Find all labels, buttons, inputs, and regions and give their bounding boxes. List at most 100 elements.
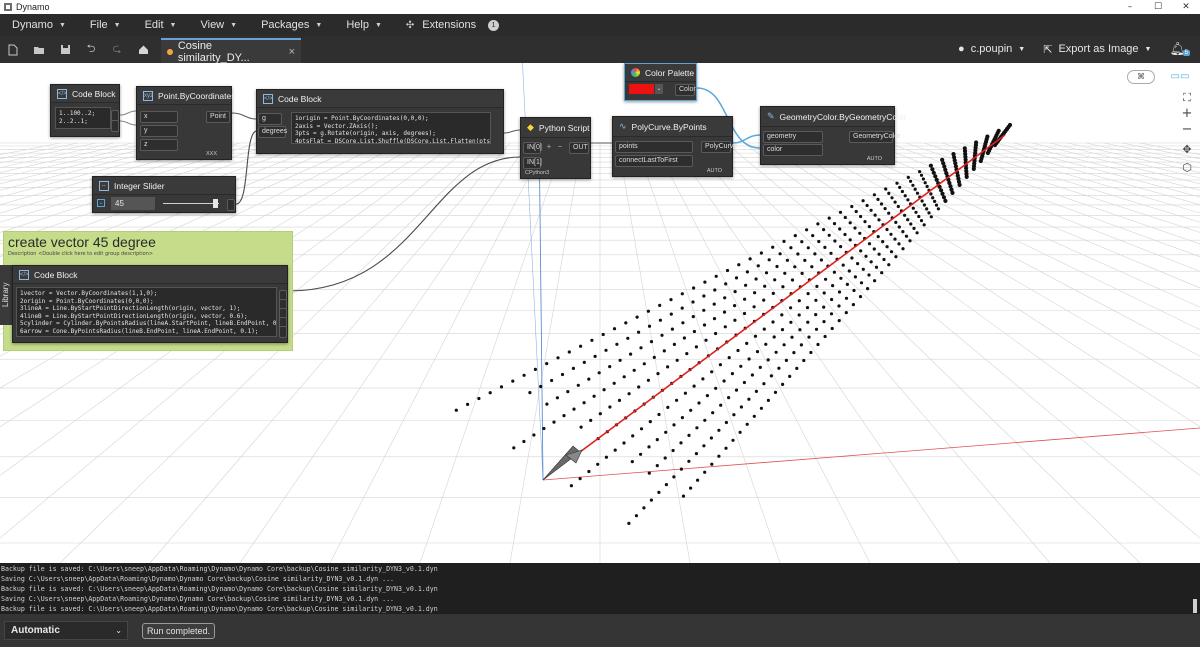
add-input-button[interactable]: + [545, 142, 553, 152]
input-port-in0[interactable]: IN[0] [523, 142, 542, 154]
home-button[interactable] [130, 39, 156, 61]
point-dot [915, 191, 920, 195]
zoom-out-button[interactable]: − [1180, 123, 1194, 137]
run-mode-select[interactable]: Automatic ⌄ [4, 621, 128, 640]
output-port-polycurve[interactable]: PolyCurve [701, 141, 737, 153]
node-color-palette[interactable]: Color Palette ⌄ Color [624, 63, 697, 101]
node-code-block-1[interactable]: </> Code Block 1..100..2; 2..2..1; [50, 84, 120, 137]
input-port-y[interactable]: y [140, 125, 178, 137]
menu-label: Extensions [422, 19, 477, 31]
library-tab[interactable]: Library [0, 265, 12, 325]
menu-view[interactable]: View ▼ [188, 14, 249, 36]
node-python-script[interactable]: ◆ Python Script IN[0] + − IN[1] OUT CPyth… [520, 117, 591, 179]
output-port[interactable] [227, 199, 235, 211]
tab-cosine-similarity[interactable]: Cosine similarity_DY... × [161, 38, 301, 64]
open-file-button[interactable] [26, 39, 52, 61]
point-dot [694, 452, 699, 456]
code-icon: </> [263, 93, 273, 104]
point-dot [909, 179, 913, 183]
point-dot [655, 464, 659, 468]
point-dot [864, 254, 868, 258]
point-dot [657, 412, 661, 417]
pan-button[interactable]: ✥ [1180, 143, 1194, 157]
menu-file[interactable]: File ▼ [78, 14, 133, 36]
code-editor[interactable]: 1vector = Vector.ByCoordinates(1,1,0); 2… [16, 287, 277, 337]
point-dot [827, 216, 831, 220]
close-tab-icon[interactable]: × [289, 46, 295, 58]
color-swatch[interactable] [629, 84, 654, 94]
new-file-button[interactable] [0, 39, 26, 61]
output-port-color[interactable]: Color [675, 84, 696, 96]
menu-packages[interactable]: Packages ▼ [249, 14, 334, 36]
output-port-geometrycolor[interactable]: GeometryColor [849, 131, 900, 143]
zoom-fit-button[interactable]: ⛶ [1180, 91, 1194, 105]
remove-input-button[interactable]: − [556, 142, 564, 152]
node-geometry-color[interactable]: ✎ GeometryColor.ByGeometryColor geometry … [760, 106, 907, 165]
point-dot [859, 249, 863, 253]
graph-canvas[interactable]: ⌘ ▭▭ ⛶ + − ✥ ⬡ create vector 45 degree D… [0, 63, 1200, 563]
node-integer-slider[interactable]: ⇔ Integer Slider ⌄ 45 [92, 176, 236, 213]
code-editor[interactable]: 1..100..2; 2..2..1; [55, 107, 111, 129]
node-polycurve-by-points[interactable]: ∿ PolyCurve.ByPoints points connectLastTo… [612, 116, 737, 177]
input-port-degrees[interactable]: degrees [258, 126, 287, 138]
point-dot [823, 334, 827, 339]
input-port-z[interactable]: z [140, 139, 178, 151]
input-port-in1[interactable]: IN[1] [523, 157, 542, 169]
save-button[interactable] [52, 39, 78, 61]
menu-help[interactable]: Help ▼ [334, 14, 394, 36]
user-menu[interactable]: ● c.poupin ▼ [958, 43, 1025, 55]
point-dot [823, 245, 827, 249]
group-title[interactable]: create vector 45 degree [8, 234, 156, 250]
undo-button[interactable]: ⮌ [78, 39, 104, 61]
output-port-point[interactable]: Point [206, 111, 230, 123]
redo-icon: ⮎ [112, 42, 122, 55]
point-dot [766, 358, 770, 362]
point-dot [764, 342, 768, 346]
point-dot [691, 300, 695, 304]
menu-extensions[interactable]: ✣ Extensions 1 [394, 14, 511, 36]
input-port-points[interactable]: points [615, 141, 693, 153]
point-dot [732, 413, 736, 417]
zoom-in-button[interactable]: + [1180, 107, 1194, 121]
output-port[interactable] [111, 120, 119, 132]
code-editor[interactable]: 1origin = Point.ByCoordinates(0,0,0); 2a… [291, 112, 491, 144]
output-port-out[interactable]: OUT [569, 142, 589, 154]
point-dot [582, 360, 586, 364]
view-toggle[interactable]: ⌘ [1127, 70, 1155, 84]
point-dot [639, 452, 643, 456]
input-port-geometry[interactable]: geometry [763, 131, 823, 143]
input-port-x[interactable]: x [140, 111, 178, 123]
orbit-button[interactable]: ⬡ [1180, 161, 1194, 175]
console-scrollbar[interactable] [1193, 599, 1197, 613]
node-code-block-2[interactable]: </> Code Block g degrees 1origin = Point.… [256, 89, 504, 154]
slider-track[interactable] [163, 203, 219, 204]
node-code-block-3[interactable]: </> Code Block 1vector = Vector.ByCoordin… [12, 265, 288, 343]
expand-slider-button[interactable]: ⌄ [97, 199, 105, 207]
slider-value-field[interactable]: 45 [111, 197, 155, 210]
color-dropdown[interactable]: ⌄ [655, 84, 663, 94]
point-dot [736, 348, 740, 353]
redo-button[interactable]: ⮎ [104, 39, 130, 61]
point-dot [689, 408, 693, 412]
point-dot [793, 265, 797, 269]
point-dot [745, 341, 749, 345]
input-port-g[interactable]: g [258, 113, 282, 125]
menu-dynamo[interactable]: Dynamo ▼ [0, 14, 78, 36]
maximize-button[interactable]: ☐ [1144, 0, 1172, 14]
export-image-button[interactable]: ⇱ Export as Image ▼ [1043, 43, 1151, 56]
point-dot [679, 441, 683, 445]
menu-edit[interactable]: Edit ▼ [133, 14, 189, 36]
output-port[interactable] [279, 326, 287, 338]
notifications-button[interactable]: 🔔︎ 5 [1169, 41, 1190, 57]
point-dot [845, 282, 850, 286]
minimize-button[interactable]: – [1116, 0, 1144, 14]
point-dot [754, 277, 758, 281]
node-point-by-coordinates[interactable]: xyz Point.ByCoordinates x y z Point XXX [136, 86, 236, 160]
close-button[interactable]: ✕ [1172, 0, 1200, 14]
slider-thumb[interactable] [213, 199, 218, 208]
point-dot [843, 215, 847, 220]
input-port-connect[interactable]: connectLastToFirst [615, 155, 693, 167]
graph-view-toggle[interactable]: ▭▭ [1166, 70, 1194, 84]
input-port-color[interactable]: color [763, 144, 823, 156]
group-description[interactable]: Description <Double click here to edit g… [8, 251, 153, 257]
